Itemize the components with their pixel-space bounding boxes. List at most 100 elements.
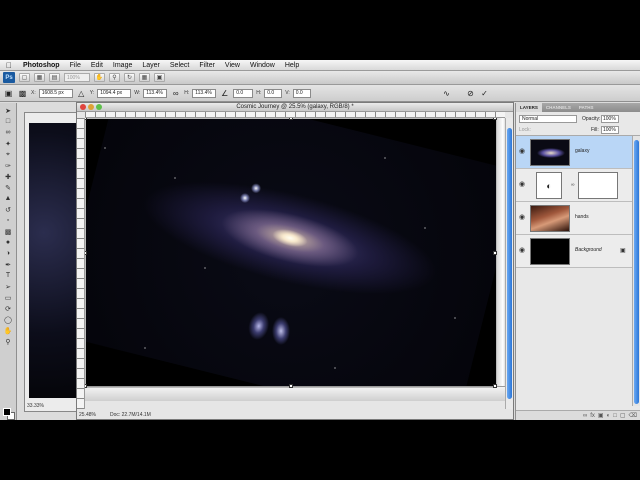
apple-icon[interactable]: : [0, 61, 18, 70]
document-titlebar[interactable]: Cosmic Journey @ 25.5% (galaxy, RGB/8) *: [77, 103, 513, 112]
cancel-transform-icon[interactable]: ⊘: [465, 88, 476, 99]
menu-app[interactable]: Photoshop: [18, 62, 65, 69]
visibility-eye-icon[interactable]: ◉: [518, 214, 526, 222]
link-proportions-icon[interactable]: ∞: [170, 88, 181, 99]
menu-select[interactable]: Select: [165, 62, 194, 69]
healing-brush-tool-icon[interactable]: ✚: [2, 171, 15, 182]
transform-handle-bottom-left[interactable]: [85, 384, 87, 388]
tab-layers[interactable]: LAYERS: [516, 103, 542, 112]
fill-field[interactable]: 100%: [601, 126, 619, 134]
marquee-tool-icon[interactable]: □: [2, 116, 15, 127]
layer-row-adjustment[interactable]: ◉ ◐ ∞: [516, 169, 633, 202]
hand-tool-panel-icon[interactable]: ✋: [2, 325, 15, 336]
type-tool-icon[interactable]: T: [2, 270, 15, 281]
clone-stamp-tool-icon[interactable]: ▲: [2, 193, 15, 204]
add-mask-icon[interactable]: ▣: [598, 412, 604, 419]
blur-tool-icon[interactable]: ●: [2, 237, 15, 248]
screen-mode-icon[interactable]: ▣: [154, 73, 165, 82]
eyedropper-tool-icon[interactable]: ✑: [2, 160, 15, 171]
transform-handle-top-left[interactable]: [85, 118, 87, 120]
menu-help[interactable]: Help: [280, 62, 304, 69]
transform-bounding-box[interactable]: [85, 118, 497, 388]
path-selection-tool-icon[interactable]: ➢: [2, 281, 15, 292]
visibility-eye-icon[interactable]: ◉: [518, 181, 526, 189]
dodge-tool-icon[interactable]: ◑: [2, 248, 15, 259]
zoom-level-field[interactable]: 100%: [64, 73, 90, 82]
pen-tool-icon[interactable]: ✒: [2, 259, 15, 270]
menu-layer[interactable]: Layer: [137, 62, 165, 69]
shape-tool-icon[interactable]: ▭: [2, 292, 15, 303]
foreground-color-swatch[interactable]: [3, 408, 11, 416]
transform-handle-left[interactable]: [85, 251, 87, 255]
transform-tool-icon[interactable]: ▣: [3, 88, 14, 99]
mini-bridge-icon[interactable]: ▦: [34, 73, 45, 82]
transform-handle-top[interactable]: [289, 118, 293, 120]
height-scale-field[interactable]: 113.4%: [192, 88, 217, 98]
menu-view[interactable]: View: [220, 62, 245, 69]
layer-mask-thumbnail[interactable]: [578, 172, 618, 199]
quick-selection-tool-icon[interactable]: ✦: [2, 138, 15, 149]
move-tool-icon[interactable]: ➤: [2, 105, 15, 116]
rotation-angle-field[interactable]: 0.0: [233, 88, 254, 98]
zoom-tool-icon[interactable]: ⚲: [109, 73, 120, 82]
delete-layer-icon[interactable]: ⌫: [629, 412, 637, 419]
adjustment-layer-button-icon[interactable]: ◐: [607, 413, 611, 419]
3d-rotate-tool-icon[interactable]: ⟳: [2, 303, 15, 314]
reference-point-icon[interactable]: ▩: [17, 88, 28, 99]
menu-window[interactable]: Window: [245, 62, 280, 69]
relative-position-icon[interactable]: △: [76, 88, 87, 99]
tab-paths[interactable]: PATHS: [575, 103, 598, 112]
layer-style-icon[interactable]: fx: [590, 413, 595, 419]
transform-handle-top-right[interactable]: [493, 118, 497, 120]
commit-transform-icon[interactable]: ✓: [479, 88, 490, 99]
document-canvas[interactable]: [85, 118, 507, 401]
document-vertical-scrollbar[interactable]: [505, 118, 513, 409]
zoom-tool-panel-icon[interactable]: ⚲: [2, 336, 15, 347]
hand-tool-icon[interactable]: ✋: [94, 73, 105, 82]
arrange-documents-icon[interactable]: ▦: [139, 73, 150, 82]
vertical-skew-field[interactable]: 0.0: [292, 88, 311, 98]
layer-row-background[interactable]: ◉ Background ▣: [516, 235, 633, 268]
bridge-icon[interactable]: ▢: [19, 73, 30, 82]
background-document-window[interactable]: 33.33%: [24, 112, 80, 412]
layers-scrollbar[interactable]: [632, 136, 640, 406]
document-status-bar: 25.48% Doc: 22.7M/14.1M: [79, 412, 151, 418]
visibility-eye-icon[interactable]: ◉: [518, 148, 526, 156]
warp-mode-icon[interactable]: ∿: [441, 88, 452, 99]
opacity-field[interactable]: 100%: [601, 115, 619, 123]
eraser-tool-icon[interactable]: ▫: [2, 215, 15, 226]
layer-row-galaxy[interactable]: ◉ galaxy: [516, 136, 633, 169]
width-scale-field[interactable]: 113.4%: [143, 88, 168, 98]
mask-link-icon[interactable]: ∞: [571, 182, 575, 188]
transform-handle-bottom[interactable]: [289, 384, 293, 388]
rotate-view-icon[interactable]: ↻: [124, 73, 135, 82]
tab-channels[interactable]: CHANNELS: [542, 103, 575, 112]
document-scroll-thumb[interactable]: [507, 128, 512, 399]
lasso-tool-icon[interactable]: ∞: [2, 127, 15, 138]
x-position-field[interactable]: 1608.5 px: [38, 88, 73, 98]
visibility-eye-icon[interactable]: ◉: [518, 247, 526, 255]
layer-row-hands[interactable]: ◉ hands: [516, 202, 633, 235]
gradient-tool-icon[interactable]: ▩: [2, 226, 15, 237]
layers-scroll-thumb[interactable]: [634, 140, 639, 404]
menu-edit[interactable]: Edit: [86, 62, 108, 69]
extras-icon[interactable]: ▤: [49, 73, 60, 82]
document-zoom-level[interactable]: 25.48%: [79, 412, 96, 418]
transform-handle-bottom-right[interactable]: [493, 384, 497, 388]
y-position-field[interactable]: 1094.4 px: [97, 88, 132, 98]
transform-handle-right[interactable]: [493, 251, 497, 255]
blend-mode-select[interactable]: Normal: [519, 115, 577, 123]
link-layers-icon[interactable]: ∞: [583, 413, 587, 419]
new-group-icon[interactable]: □: [613, 413, 617, 419]
menu-filter[interactable]: Filter: [194, 62, 220, 69]
3d-orbit-tool-icon[interactable]: ◯: [2, 314, 15, 325]
crop-tool-icon[interactable]: ⌖: [2, 149, 15, 160]
vertical-ruler[interactable]: [77, 118, 85, 409]
history-brush-tool-icon[interactable]: ↺: [2, 204, 15, 215]
new-layer-icon[interactable]: ▢: [620, 412, 626, 419]
menu-file[interactable]: File: [65, 62, 86, 69]
menu-image[interactable]: Image: [108, 62, 137, 69]
horizontal-skew-field[interactable]: 0.0: [264, 88, 283, 98]
document-size[interactable]: Doc: 22.7M/14.1M: [110, 412, 151, 418]
brush-tool-icon[interactable]: ✎: [2, 182, 15, 193]
